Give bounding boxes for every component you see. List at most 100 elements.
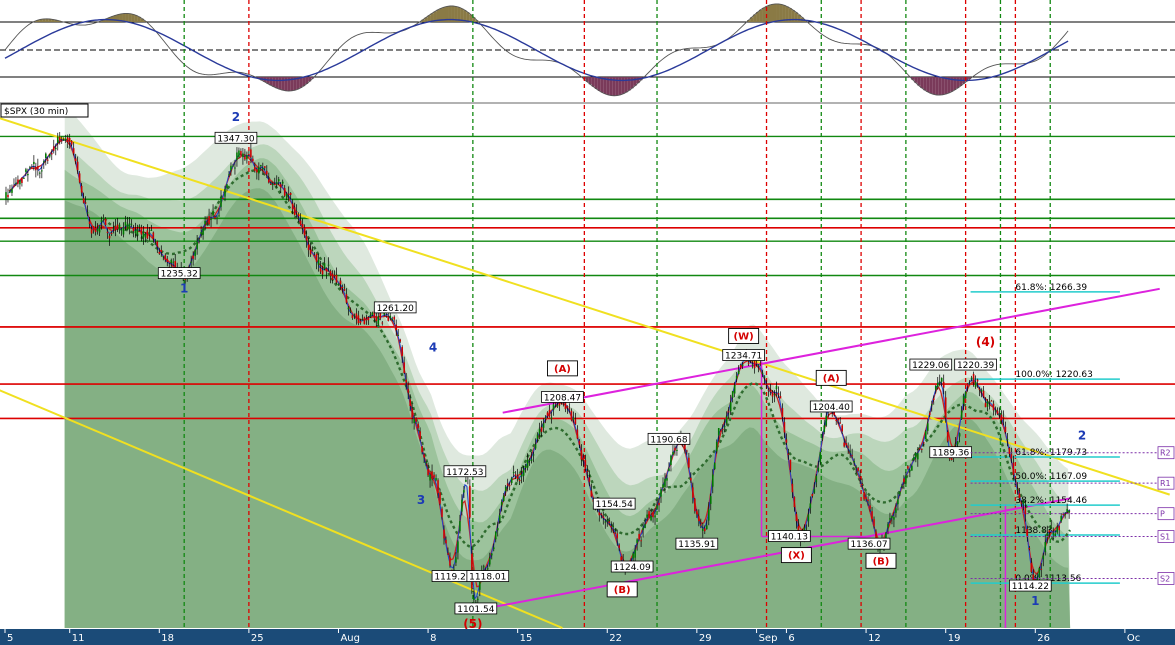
candle-body <box>1044 541 1047 552</box>
candle-body <box>1064 514 1066 516</box>
candle-body <box>486 568 489 570</box>
candle-body <box>811 494 814 497</box>
wave-label: 3 <box>417 493 425 507</box>
candle-body <box>855 466 857 468</box>
candle-body <box>958 433 961 437</box>
candle-body <box>980 389 983 392</box>
candle-body <box>1006 438 1009 441</box>
candle-body <box>721 428 724 430</box>
price-label: 1229.06 <box>912 361 949 371</box>
candle-body <box>907 466 909 469</box>
candle-body <box>228 174 230 176</box>
candle-body <box>863 492 865 500</box>
candle-body <box>785 439 788 443</box>
candle-body <box>447 553 449 555</box>
candle-body <box>301 223 304 228</box>
candle-body <box>871 511 873 520</box>
candle-body <box>391 318 394 320</box>
candle-body <box>556 405 559 407</box>
candle-body <box>909 470 911 472</box>
candle-body <box>717 428 720 436</box>
candle-body <box>992 403 995 411</box>
candle-body <box>698 516 700 522</box>
candle-body <box>923 442 925 444</box>
candle-body <box>1026 528 1029 538</box>
x-tick-label: 15 <box>520 633 533 644</box>
candle-body <box>317 260 320 265</box>
candle-body <box>739 364 742 369</box>
candle-body <box>640 540 642 542</box>
candle-body <box>37 166 39 170</box>
candle-body <box>604 521 607 523</box>
candle-body <box>694 498 696 512</box>
candle-body <box>733 384 736 394</box>
price-label: 1261.20 <box>377 304 414 314</box>
wave-label: (5) <box>463 617 482 631</box>
candle-body <box>578 440 581 445</box>
candle-body <box>200 232 202 234</box>
candle-body <box>413 419 415 424</box>
candle-body <box>84 202 87 204</box>
candle-body <box>134 230 137 234</box>
candle-body <box>1018 493 1021 499</box>
candle-body <box>767 389 770 391</box>
candle-body <box>821 438 824 440</box>
candle-body <box>35 166 37 171</box>
candle-body <box>271 183 274 186</box>
candle-body <box>1012 462 1015 475</box>
candle-body <box>940 377 943 382</box>
candle-body <box>220 196 222 207</box>
candle-body <box>1010 454 1013 459</box>
candle-body <box>349 310 352 312</box>
candle-body <box>530 459 533 461</box>
candle-body <box>600 513 603 515</box>
x-tick-label: 26 <box>1037 633 1050 644</box>
candle-body <box>915 453 917 458</box>
candle-body <box>459 521 461 532</box>
candle-body <box>911 465 913 471</box>
candle-body <box>60 140 63 142</box>
candle-body <box>899 491 901 495</box>
candle-body <box>50 153 53 155</box>
candle-body <box>516 476 519 479</box>
candle-body <box>847 446 849 448</box>
pivot-label: R2 <box>1160 449 1171 458</box>
candle-body <box>102 217 105 219</box>
candle-body <box>897 499 899 505</box>
candle-body <box>700 524 702 526</box>
x-tick-label: 5 <box>7 633 13 644</box>
candle-body <box>972 373 975 383</box>
candle-body <box>347 307 350 310</box>
candle-body <box>433 474 435 478</box>
candle-body <box>984 402 987 408</box>
candle-body <box>759 363 762 365</box>
candle-body <box>369 315 372 317</box>
candle-body <box>566 406 569 408</box>
candle-body <box>869 505 871 509</box>
candle-body <box>377 316 380 325</box>
candle-body <box>158 251 161 254</box>
candle-body <box>518 479 521 482</box>
candle-body <box>7 194 9 198</box>
candle-body <box>198 239 200 241</box>
candle-body <box>644 524 646 528</box>
candle-body <box>676 449 678 451</box>
candle-body <box>100 220 103 223</box>
candle-body <box>114 226 117 230</box>
candle-body <box>307 244 310 251</box>
candle-body <box>845 443 847 446</box>
candle-body <box>224 188 226 197</box>
candle-body <box>506 483 509 486</box>
candle-body <box>528 459 531 461</box>
candle-body <box>588 477 591 482</box>
candle-body <box>441 508 443 518</box>
candle-body <box>713 462 716 469</box>
candle-body <box>813 489 816 493</box>
candle-body <box>477 598 479 601</box>
candle-body <box>658 502 660 506</box>
candle-body <box>162 256 165 258</box>
candle-body <box>297 214 300 217</box>
x-tick-label: 6 <box>788 633 794 644</box>
candle-body <box>1022 501 1025 505</box>
candle-body <box>74 158 77 162</box>
